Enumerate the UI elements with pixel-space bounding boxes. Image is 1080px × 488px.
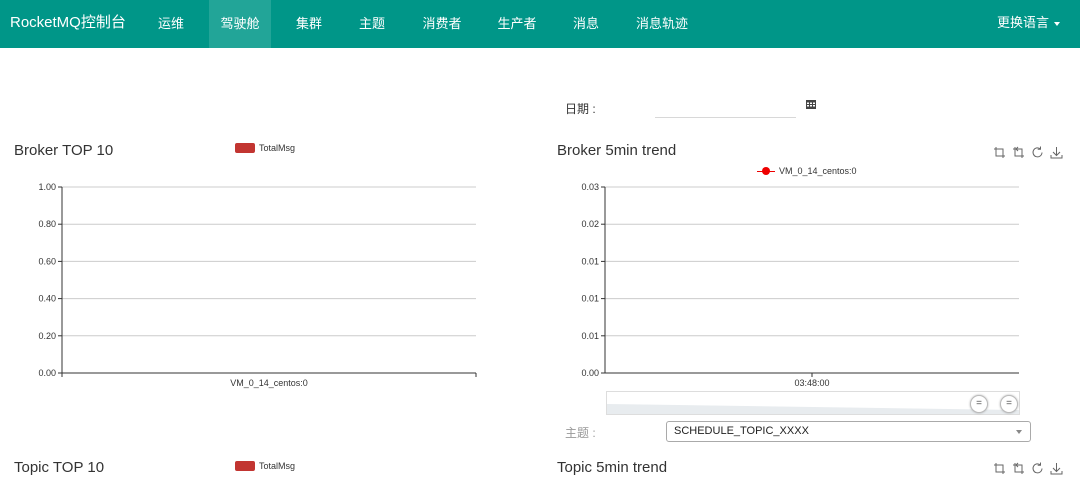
topic-label: 主题 :	[565, 426, 596, 440]
broker-top-y-tick-label: 0.20	[38, 331, 56, 341]
refresh-icon[interactable]	[1031, 462, 1044, 475]
broker-top-y-tick-label: 1.00	[38, 182, 56, 192]
broker-trend-y-tick-label: 0.01	[581, 294, 599, 304]
zoom-icon[interactable]	[993, 462, 1006, 475]
broker-trend-x-tick-label: 03:48:00	[794, 378, 829, 388]
data-zoom-slider[interactable]	[606, 391, 1020, 415]
legend-swatch	[235, 461, 255, 471]
topic-select-value: SCHEDULE_TOPIC_XXXX	[674, 425, 809, 437]
chevron-down-icon	[1016, 430, 1022, 434]
broker-trend-y-tick-label: 0.00	[581, 368, 599, 378]
broker-trend-y-tick-label: 0.01	[581, 331, 599, 341]
broker-top-y-tick-label: 0.80	[38, 219, 56, 229]
topic-select[interactable]: SCHEDULE_TOPIC_XXXX	[666, 421, 1031, 442]
topic-top-legend[interactable]: TotalMsg	[235, 461, 295, 471]
broker-top-x-tick-label: VM_0_14_centos:0	[230, 378, 308, 388]
broker-trend-y-tick-label: 0.01	[581, 256, 599, 266]
legend-label: TotalMsg	[259, 461, 296, 471]
topic-trend-title: Topic 5min trend	[557, 459, 668, 476]
broker-trend-y-tick-label: 0.03	[581, 182, 599, 192]
broker-top-y-tick-label: 0.60	[38, 256, 56, 266]
zoom-handle-start[interactable]: =	[970, 395, 988, 413]
zoom-reset-icon[interactable]	[1012, 462, 1025, 475]
zoom-shadow-area	[607, 404, 1019, 414]
broker-top-y-tick-label: 0.00	[38, 368, 56, 378]
broker-trend-y-tick-label: 0.02	[581, 219, 599, 229]
broker-top-y-tick-label: 0.40	[38, 294, 56, 304]
zoom-handle-end[interactable]: =	[1000, 395, 1018, 413]
topic-top-title: Topic TOP 10	[14, 459, 105, 476]
topic-trend-toolbox	[993, 462, 1063, 475]
download-icon[interactable]	[1050, 462, 1063, 475]
